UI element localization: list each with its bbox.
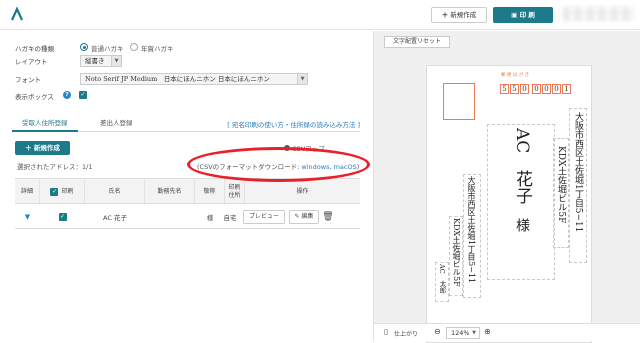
col-detail: 詳細 (15, 179, 40, 205)
layout-value: 縦書き (85, 57, 105, 65)
chevron-down-icon: ▼ (297, 74, 307, 84)
radio-nenga-hagaki[interactable] (130, 43, 138, 51)
col-print-label: 印刷 (61, 188, 74, 195)
zip-digit: 5 (500, 84, 509, 94)
radio-normal-label: 普通ハガキ (91, 45, 124, 53)
font-value: Noto Serif JP Medium 日本にほんニホン 日本にほんニホン (85, 75, 270, 83)
document-icon: ▯ (384, 328, 388, 336)
tab-recipient[interactable]: 受取人住所登録 (12, 116, 78, 132)
col-name: 氏名 (85, 179, 145, 205)
new-create-button[interactable]: ＋ 新規作成 (431, 7, 487, 23)
layout-select[interactable]: 縦書き ▼ (80, 55, 122, 67)
tab-bar: 受取人住所登録 差出人登録 [ 宛名印刷の使い方・住所録の読み込み方法 ] (12, 116, 360, 132)
plus-icon: ＋ (25, 144, 34, 152)
printer-icon: ▣ (511, 11, 518, 19)
row-name: AC 花子 (103, 214, 127, 222)
edit-button[interactable]: ✎ 編集 (289, 210, 319, 224)
font-label: フォント (15, 76, 41, 84)
row-company (145, 205, 195, 229)
top-bar: ＋ 新規作成 ▣ 印 刷 (0, 0, 640, 30)
sender-name: AC 太郎 (438, 264, 446, 294)
new-create-label: 新規作成 (450, 11, 477, 19)
reset-layout-button[interactable]: 文字配置リセット (384, 36, 450, 48)
chevron-down-icon: ▼ (469, 328, 479, 338)
recipient-honorific: 様 (514, 218, 530, 232)
help-icon[interactable]: ? (63, 91, 71, 99)
stamp-label: 郵 便 は が き (501, 73, 530, 78)
recipient-name: AC 花子 (512, 128, 532, 205)
sender-address-2: KDX土佐堀ビル5F (452, 218, 461, 287)
radio-normal-hagaki[interactable] (80, 43, 88, 51)
preview-button[interactable]: プレビュー (243, 210, 285, 224)
print-button[interactable]: ▣ 印 刷 (493, 7, 553, 23)
edit-label: 編集 (301, 213, 314, 220)
settings-panel: ハガキの種類 普通ハガキ 年賀ハガキ レイアウト 縦書き ▼ フォント Noto… (0, 31, 372, 341)
hagaki-type-label: ハガキの種類 (15, 45, 54, 53)
selected-count: 選択されたアドレス：1/1 (17, 163, 93, 171)
col-company: 勤務先名 (145, 179, 195, 205)
zip-digit: 1 (562, 84, 571, 94)
blurred-user-area (563, 7, 635, 21)
col-actions: 操作 (296, 188, 309, 195)
col-honorific: 敬称 (195, 179, 225, 205)
stamp-box (443, 83, 475, 120)
zoom-select[interactable]: 124% ▼ (446, 327, 480, 339)
app-logo-icon (10, 7, 24, 21)
caret-down-icon: ▼ (24, 213, 31, 221)
zip-digit: 0 (552, 84, 561, 94)
layout-label: レイアウト (15, 58, 48, 66)
sender-address-1: 大阪市西区土佐堀1丁目5−11 (467, 176, 476, 284)
table-row: ▼ ✓ AC 花子 様 自宅 プレビュー ✎ 編集 🗑 (15, 205, 360, 229)
radio-nenga-label: 年賀ハガキ (141, 45, 174, 53)
finish-label[interactable]: 仕上がり (394, 329, 418, 338)
zoom-value: 124% (451, 329, 470, 337)
trash-icon[interactable]: 🗑 (321, 205, 335, 229)
zoom-in-icon[interactable]: ⊕ (484, 327, 491, 336)
zip-digit: 5 (510, 84, 519, 94)
recipient-address-1: 大阪市西区土佐堀1丁目5−11 (573, 112, 583, 233)
add-recipient-button[interactable]: ＋ 新規作成 (15, 141, 70, 155)
preview-panel: 文字配置リセット 郵 便 は が き 5 5 0 0 0 0 1 大阪市西区土佐… (373, 31, 640, 343)
zoom-bar: ▯ 仕上がり ⊖ 124% ▼ ⊕ (374, 323, 640, 341)
display-box-label: 表示ボックス (15, 93, 54, 101)
col-print: ✓ 印刷 (40, 179, 85, 205)
row-print-cell: ✓ (40, 205, 85, 229)
print-label: 印 刷 (519, 11, 535, 19)
chevron-down-icon: ▼ (111, 56, 121, 66)
postcard-preview: 郵 便 は が き 5 5 0 0 0 0 1 大阪市西区土佐堀1丁目5−11 … (426, 65, 592, 343)
expand-toggle[interactable]: ▼ (15, 205, 40, 229)
col-address-type: 印刷住所 (225, 179, 245, 205)
font-select[interactable]: Noto Serif JP Medium 日本にほんニホン 日本にほんニホン ▼ (80, 73, 308, 85)
edit-icon: ✎ (294, 213, 300, 220)
zip-digit: 0 (532, 84, 541, 94)
plus-icon: ＋ (441, 11, 449, 19)
zip-digit: 0 (520, 84, 529, 94)
howto-link[interactable]: [ 宛名印刷の使い方・住所録の読み込み方法 ] (227, 119, 360, 129)
recipient-address-2: KDX土佐堀ビル5F (556, 146, 566, 224)
row-print-checkbox[interactable]: ✓ (58, 213, 67, 221)
zip-digit: 0 (542, 84, 551, 94)
add-recipient-label: 新規作成 (33, 144, 60, 152)
row-address-type: 自宅 (223, 214, 237, 222)
annotation-ellipse (187, 147, 370, 182)
table-header: 詳細 ✓ 印刷 氏名 勤務先名 敬称 印刷住所 操作 (15, 178, 360, 205)
display-box-checkbox[interactable]: ✓ (79, 91, 87, 99)
select-all-checkbox[interactable]: ✓ (50, 188, 59, 196)
zoom-out-icon[interactable]: ⊖ (434, 327, 441, 336)
tab-sender[interactable]: 差出人登録 (90, 116, 143, 132)
